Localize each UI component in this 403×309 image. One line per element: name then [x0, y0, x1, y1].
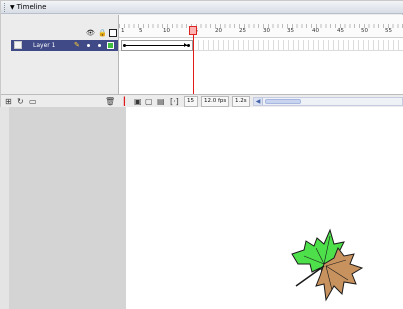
maple-leaf-graphic[interactable]: [286, 224, 368, 304]
frame-number: 10: [163, 28, 170, 34]
layer-visibility-dot[interactable]: [87, 44, 90, 47]
playhead-handle[interactable]: [189, 26, 197, 35]
motion-tween-span[interactable]: [121, 40, 193, 51]
outline-square-icon[interactable]: [109, 29, 117, 37]
frame-number: 55: [385, 28, 392, 34]
edit-multiple-frames-icon[interactable]: ▤: [157, 96, 165, 107]
layer-row[interactable]: Layer 1 ✎: [11, 40, 118, 51]
eye-icon[interactable]: 👁: [86, 28, 95, 38]
insert-folder-icon[interactable]: ▭: [29, 96, 37, 107]
timeline-title[interactable]: ▼ Timeline: [10, 2, 46, 13]
pasteboard[interactable]: [9, 107, 126, 309]
timeline-panel: ▼Timeline 👁 🔒 Layer 1 ✎ 1 5 10 15 20 25 …: [0, 0, 403, 107]
frame-ruler[interactable]: 1 5 10 15 20 25 30 35 40 45 50 55: [119, 15, 403, 38]
panel-grip[interactable]: [4, 3, 6, 12]
layer-lock-dot[interactable]: [98, 44, 101, 47]
onion-skin-outlines-icon[interactable]: ▢: [145, 96, 153, 107]
tween-arrow-line: [126, 45, 187, 46]
frame-rate-field[interactable]: 12.0 fps: [201, 96, 229, 107]
insert-layer-icon[interactable]: ⊞: [5, 96, 12, 107]
frame-number: 40: [312, 28, 319, 34]
frame-number: 5: [139, 28, 143, 34]
scroll-thumb[interactable]: [265, 99, 301, 104]
onion-skin-icon[interactable]: ▣: [134, 96, 142, 107]
frame-number: 20: [215, 28, 222, 34]
lock-icon[interactable]: 🔒: [98, 28, 107, 38]
frame-number: 45: [337, 28, 344, 34]
timeline-title-label: Timeline: [16, 3, 47, 11]
frame-number: 35: [287, 28, 294, 34]
scroll-left-icon[interactable]: ◀: [254, 98, 263, 105]
center-frame-icon[interactable]: ┃: [122, 96, 127, 107]
trash-icon[interactable]: 🗑: [105, 96, 115, 107]
frame-number: 25: [239, 28, 246, 34]
playhead-line: [193, 35, 194, 94]
frame-number: 30: [263, 28, 270, 34]
layer-header-icons: 👁 🔒: [86, 28, 119, 38]
end-keyframe[interactable]: [187, 44, 190, 47]
frame-number: 50: [361, 28, 368, 34]
pencil-icon: ✎: [74, 41, 80, 49]
left-gutter: [0, 107, 9, 309]
motion-guide-icon[interactable]: ↻: [17, 96, 24, 107]
layer-page-icon: [14, 41, 22, 49]
current-frame-field[interactable]: 15: [184, 96, 198, 107]
frames-area[interactable]: 1 5 10 15 20 25 30 35 40 45 50 55: [119, 15, 403, 94]
timeline-titlebar[interactable]: ▼ Timeline: [1, 1, 403, 14]
frame-number: 1: [121, 28, 125, 34]
timeline-scrollbar[interactable]: ◀: [253, 97, 403, 106]
collapse-triangle-icon[interactable]: ▼: [10, 4, 15, 11]
layer-outline-color[interactable]: [107, 42, 114, 49]
layer-name[interactable]: Layer 1: [33, 40, 55, 51]
modify-markers-icon[interactable]: [·]: [170, 96, 179, 107]
timeline-bottom-bar: ⊞ ↻ ▭ 🗑 ┃ ▣ ▢ ▤ [·] 15 12.0 fps 1.2s ◀: [1, 94, 403, 107]
layer-pane: [1, 15, 119, 94]
elapsed-time-field[interactable]: 1.2s: [232, 96, 250, 107]
